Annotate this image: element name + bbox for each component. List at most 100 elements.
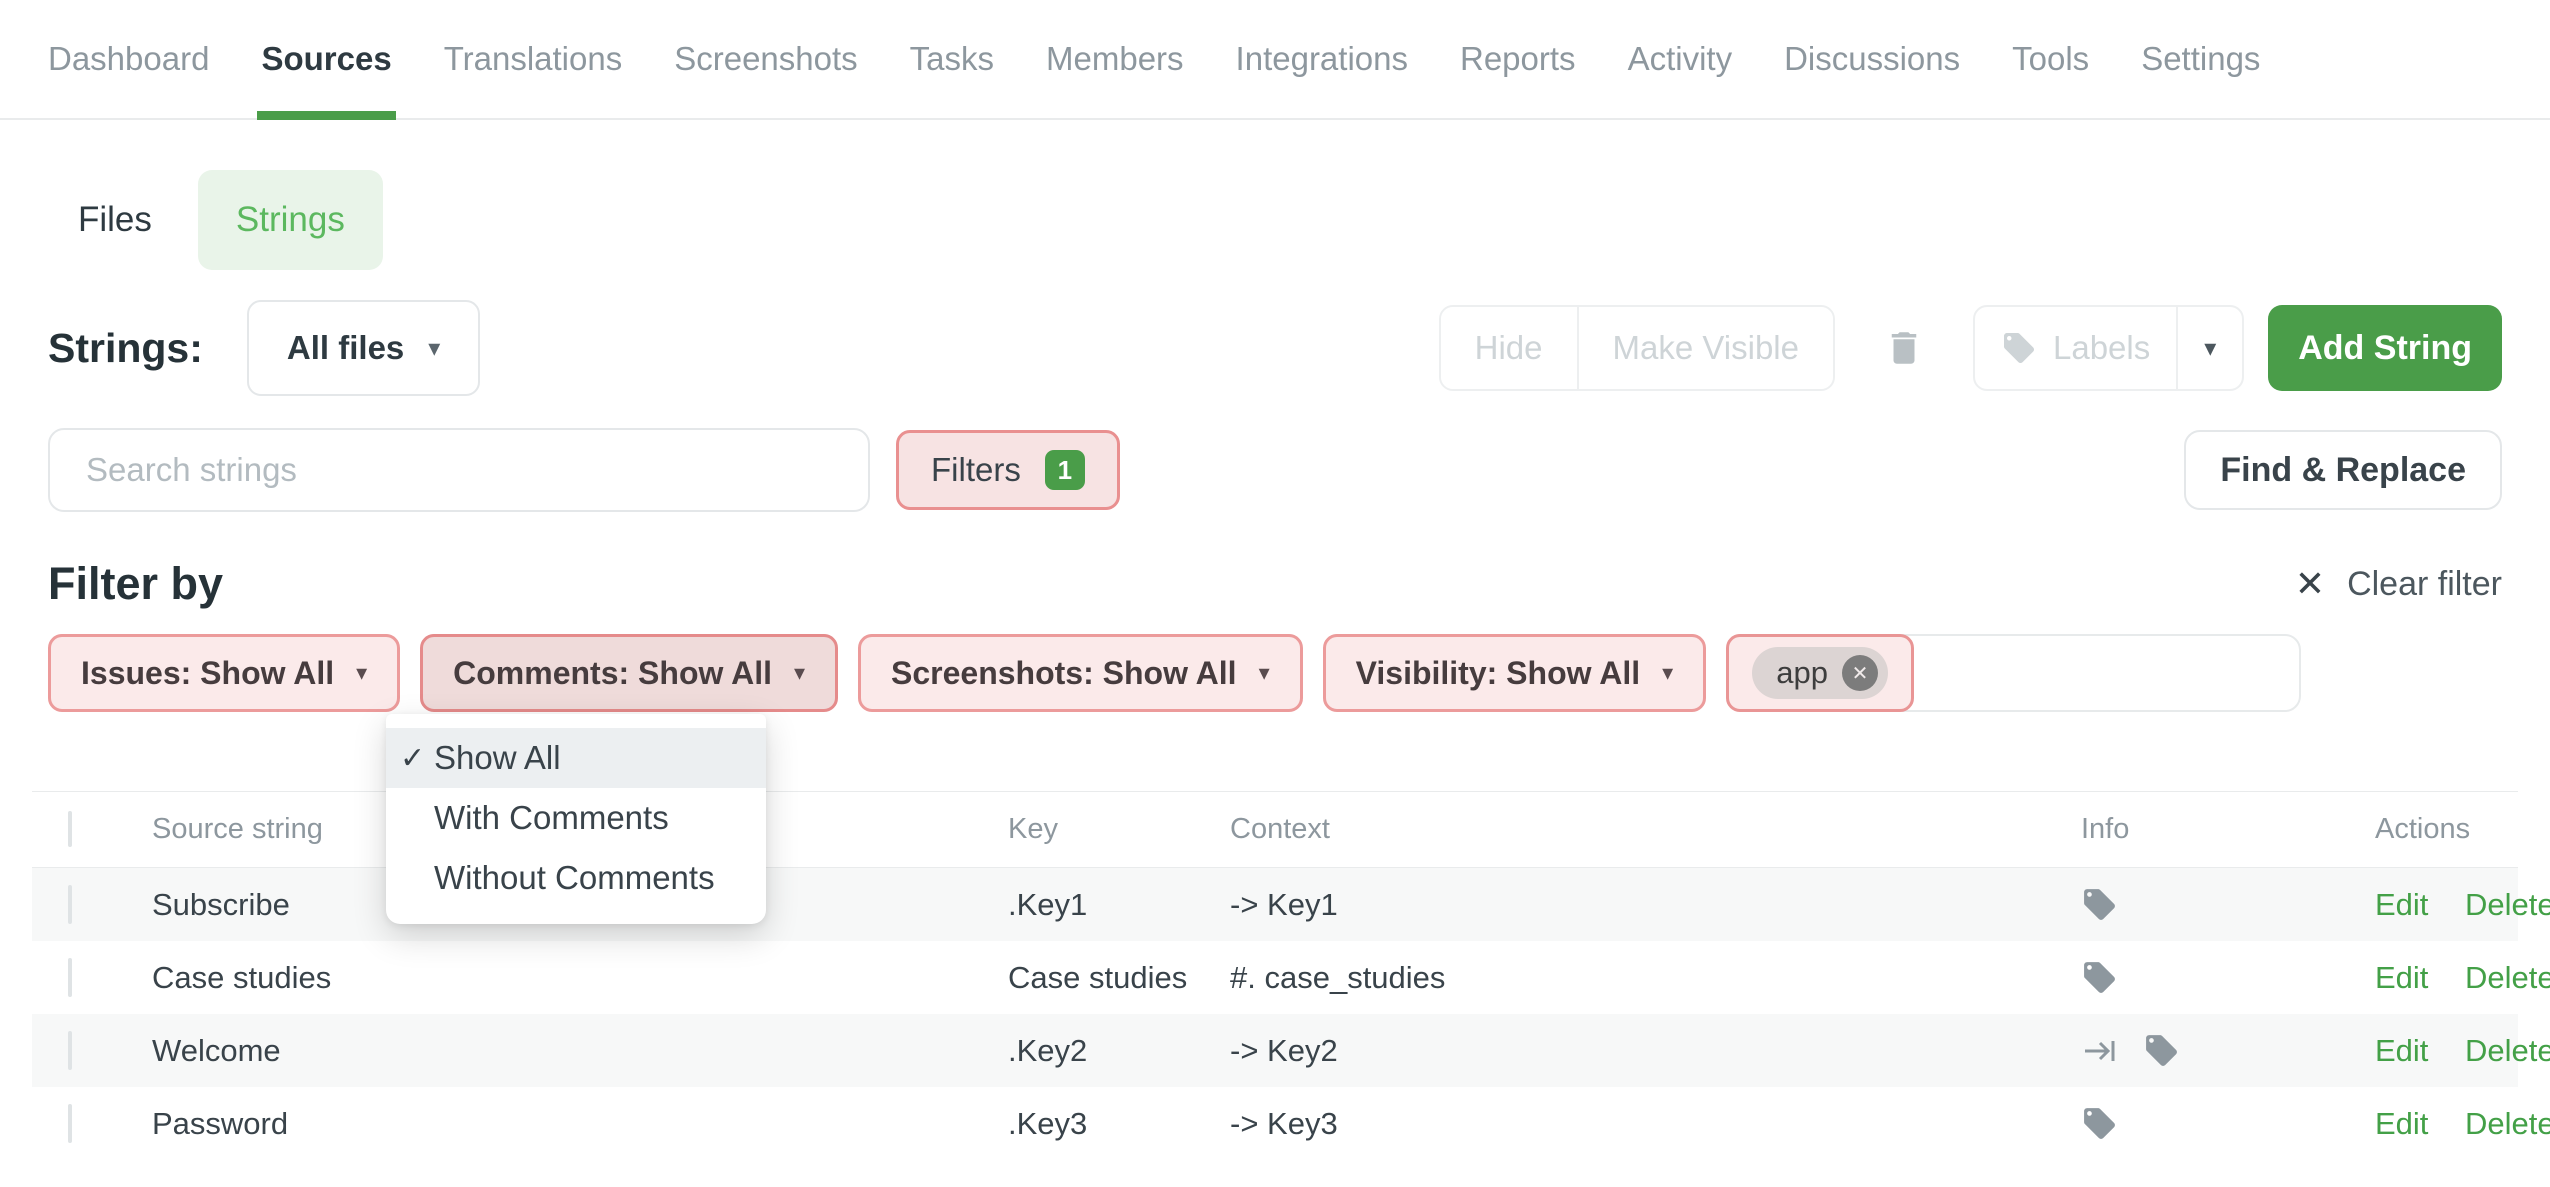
cell-info	[2075, 959, 2375, 996]
edit-link[interactable]: Edit	[2375, 1033, 2428, 1068]
filter-by-row: Filter by ✕ Clear filter	[0, 556, 2550, 612]
nav-reports[interactable]: Reports	[1460, 0, 1576, 118]
source-view-tabs: Files Strings	[0, 170, 2550, 270]
labels-dropdown-toggle[interactable]: ▾	[2176, 307, 2242, 389]
arrow-to-bar-icon	[2081, 1030, 2123, 1072]
nav-integrations[interactable]: Integrations	[1236, 0, 1408, 118]
page-title: Strings:	[48, 325, 203, 372]
dropdown-item-label: Without Comments	[434, 859, 715, 897]
close-icon: ✕	[2295, 563, 2325, 605]
row-checkbox[interactable]	[68, 1104, 72, 1143]
labels-filter-field[interactable]: app ✕	[1726, 634, 2301, 712]
filter-pill-visibility[interactable]: Visibility: Show All ▾	[1323, 634, 1707, 712]
cell-context: -> Key3	[1230, 1106, 2075, 1142]
delete-strings-button[interactable]	[1883, 325, 1925, 371]
column-header-actions: Actions	[2375, 813, 2518, 846]
filter-by-title: Filter by	[48, 558, 223, 610]
strings-toolbar: Strings: All files ▾ Hide Make Visible L…	[0, 298, 2550, 398]
hide-button[interactable]: Hide	[1441, 307, 1577, 389]
nav-members[interactable]: Members	[1046, 0, 1184, 118]
column-header-context: Context	[1230, 813, 2075, 846]
cell-source-string: Password	[152, 1106, 1008, 1142]
clear-filter-button[interactable]: ✕ Clear filter	[2295, 563, 2502, 605]
search-row: Filters 1 Find & Replace	[0, 428, 2550, 512]
filter-pill-visibility-label: Visibility: Show All	[1356, 655, 1640, 692]
search-input[interactable]	[48, 428, 870, 512]
cell-info	[2075, 1105, 2375, 1142]
edit-link[interactable]: Edit	[2375, 1106, 2428, 1141]
cell-key: .Key2	[1008, 1033, 1230, 1069]
delete-link[interactable]: Delete	[2465, 1033, 2550, 1068]
label-chip-app[interactable]: app ✕	[1752, 647, 1888, 699]
column-header-key: Key	[1008, 813, 1230, 846]
nav-sources[interactable]: Sources	[261, 0, 391, 118]
label-chip-text: app	[1776, 655, 1828, 691]
filter-pill-issues[interactable]: Issues: Show All ▾	[48, 634, 400, 712]
nav-translations[interactable]: Translations	[444, 0, 623, 118]
chevron-down-icon: ▾	[1259, 660, 1270, 686]
edit-link[interactable]: Edit	[2375, 887, 2428, 922]
cell-context: #. case_studies	[1230, 960, 2075, 996]
tab-files[interactable]: Files	[78, 200, 152, 240]
labels-split-button: Labels ▾	[1973, 305, 2244, 391]
table-row: Password .Key3 -> Key3 Edit Delete	[32, 1087, 2518, 1160]
comments-filter-dropdown: ✓ Show All With Comments Without Comment…	[386, 714, 766, 924]
find-replace-button[interactable]: Find & Replace	[2184, 430, 2502, 510]
row-checkbox[interactable]	[68, 958, 72, 997]
select-all-checkbox[interactable]	[68, 811, 72, 847]
cell-context: -> Key1	[1230, 887, 2075, 923]
cell-source-string: Case studies	[152, 960, 1008, 996]
nav-dashboard[interactable]: Dashboard	[48, 0, 209, 118]
column-header-info: Info	[2075, 813, 2375, 846]
nav-settings[interactable]: Settings	[2141, 0, 2260, 118]
nav-tasks[interactable]: Tasks	[910, 0, 994, 118]
cell-key: .Key1	[1008, 887, 1230, 923]
file-filter-dropdown[interactable]: All files ▾	[247, 300, 480, 396]
filters-button-label: Filters	[931, 451, 1021, 489]
chevron-down-icon: ▾	[356, 660, 367, 686]
cell-key: Case studies	[1008, 960, 1230, 996]
nav-tools[interactable]: Tools	[2012, 0, 2089, 118]
row-checkbox[interactable]	[68, 885, 72, 924]
dropdown-item-without-comments[interactable]: Without Comments	[386, 848, 766, 908]
filter-pill-issues-label: Issues: Show All	[81, 655, 334, 692]
visibility-button-group: Hide Make Visible	[1439, 305, 1835, 391]
filter-pill-screenshots-label: Screenshots: Show All	[891, 655, 1237, 692]
make-visible-button[interactable]: Make Visible	[1577, 307, 1833, 389]
cell-key: .Key3	[1008, 1106, 1230, 1142]
table-row: Case studies Case studies #. case_studie…	[32, 941, 2518, 1014]
tab-strings[interactable]: Strings	[198, 170, 383, 270]
delete-link[interactable]: Delete	[2465, 887, 2550, 922]
cell-info	[2075, 1030, 2375, 1072]
table-row: Welcome .Key2 -> Key2 Edit Delete	[32, 1014, 2518, 1087]
dropdown-item-with-comments[interactable]: With Comments	[386, 788, 766, 848]
dropdown-item-label: With Comments	[434, 799, 669, 837]
cell-source-string: Welcome	[152, 1033, 1008, 1069]
edit-link[interactable]: Edit	[2375, 960, 2428, 995]
trash-icon	[1883, 325, 1925, 371]
tag-icon	[2001, 330, 2037, 366]
chevron-down-icon: ▾	[428, 334, 440, 363]
nav-discussions[interactable]: Discussions	[1784, 0, 1960, 118]
filters-button[interactable]: Filters 1	[896, 430, 1120, 510]
filter-pill-screenshots[interactable]: Screenshots: Show All ▾	[858, 634, 1303, 712]
tag-icon	[2081, 886, 2118, 923]
tag-icon	[2081, 959, 2118, 996]
delete-link[interactable]: Delete	[2465, 960, 2550, 995]
dropdown-item-show-all[interactable]: ✓ Show All	[386, 728, 766, 788]
labels-button[interactable]: Labels	[1975, 307, 2176, 389]
filter-pills-row: Issues: Show All ▾ Comments: Show All ▾ …	[0, 634, 2550, 712]
tag-icon	[2081, 1105, 2118, 1142]
filter-pill-comments-label: Comments: Show All	[453, 655, 772, 692]
add-string-button[interactable]: Add String	[2268, 305, 2502, 391]
chevron-down-icon: ▾	[794, 660, 805, 686]
filter-pill-comments[interactable]: Comments: Show All ▾	[420, 634, 838, 712]
close-circle-icon[interactable]: ✕	[1842, 655, 1878, 691]
nav-screenshots[interactable]: Screenshots	[674, 0, 857, 118]
row-checkbox[interactable]	[68, 1031, 72, 1070]
chevron-down-icon: ▾	[1662, 660, 1673, 686]
nav-activity[interactable]: Activity	[1628, 0, 1733, 118]
filters-count-badge: 1	[1045, 450, 1085, 490]
delete-link[interactable]: Delete	[2465, 1106, 2550, 1141]
toolbar-actions: Hide Make Visible Labels ▾ Add String	[1439, 305, 2502, 391]
